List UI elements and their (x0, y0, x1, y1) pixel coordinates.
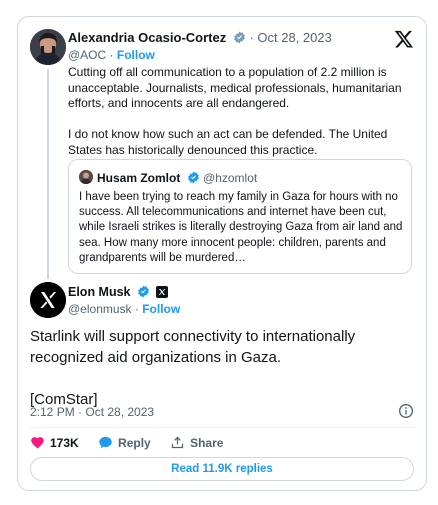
quoted-author-name: Husam Zomlot (97, 171, 181, 185)
verified-badge-icon (137, 285, 150, 301)
main-tweet-header: Elon Musk (68, 285, 169, 301)
embedded-tweet-card: Alexandria Ocasio-Cortez · Oct 28, 2023 … (17, 16, 427, 491)
parent-date[interactable]: · Oct 28, 2023 (249, 30, 331, 45)
parent-paragraph: I do not know how such an act can be def… (68, 127, 388, 157)
parent-paragraph: Cutting off all communication to a popul… (68, 65, 402, 110)
x-logo-icon[interactable] (394, 29, 414, 49)
affiliate-badge-icon (156, 286, 169, 298)
elon-avatar[interactable] (30, 282, 66, 318)
like-count: 173K (50, 436, 79, 450)
quoted-tweet[interactable]: Husam Zomlot @hzomlot I have been trying… (68, 159, 412, 274)
like-button[interactable]: 173K (30, 435, 79, 450)
heart-icon (31, 437, 44, 449)
quoted-tweet-text: I have been trying to reach my family in… (79, 191, 403, 264)
parent-tweet-text: Cutting off all communication to a popul… (68, 65, 416, 174)
separator-dot: · (131, 302, 143, 316)
tweet-timestamp[interactable]: 2:12 PM · Oct 28, 2023 (30, 405, 154, 419)
zomlot-avatar (79, 170, 93, 184)
follow-elon-link[interactable]: Follow (142, 302, 180, 316)
main-handle[interactable]: @elonmusk (68, 302, 132, 316)
reply-bubble-icon (99, 436, 112, 449)
reply-label: Reply (118, 436, 151, 450)
info-icon[interactable] (398, 403, 414, 419)
tweet-actions: 173K Reply Share (30, 435, 239, 450)
share-label: Share (190, 436, 224, 450)
main-paragraph: Starlink will support connectivity to in… (30, 328, 356, 366)
share-button[interactable]: Share (170, 435, 223, 450)
parent-handle-line: @AOC · Follow (68, 48, 155, 62)
read-replies-button[interactable]: Read 11.9K replies (30, 457, 414, 481)
parent-handle[interactable]: @AOC (68, 48, 106, 62)
verified-badge-icon (233, 31, 246, 47)
main-handle-line: @elonmusk · Follow (68, 302, 180, 316)
thread-connector-line (47, 69, 49, 279)
share-icon (171, 436, 184, 449)
follow-aoc-link[interactable]: Follow (117, 48, 155, 62)
quoted-tweet-header: Husam Zomlot @hzomlot (79, 170, 257, 187)
reply-button[interactable]: Reply (98, 435, 151, 450)
parent-tweet-header: Alexandria Ocasio-Cortez · Oct 28, 2023 (68, 30, 332, 47)
aoc-avatar[interactable] (30, 29, 66, 65)
quoted-handle: @hzomlot (203, 171, 258, 185)
parent-author-name[interactable]: Alexandria Ocasio-Cortez (68, 30, 226, 45)
separator-dot: · (106, 48, 117, 62)
action-divider (30, 427, 416, 428)
main-author-name[interactable]: Elon Musk (68, 285, 131, 299)
verified-badge-icon (187, 171, 200, 187)
